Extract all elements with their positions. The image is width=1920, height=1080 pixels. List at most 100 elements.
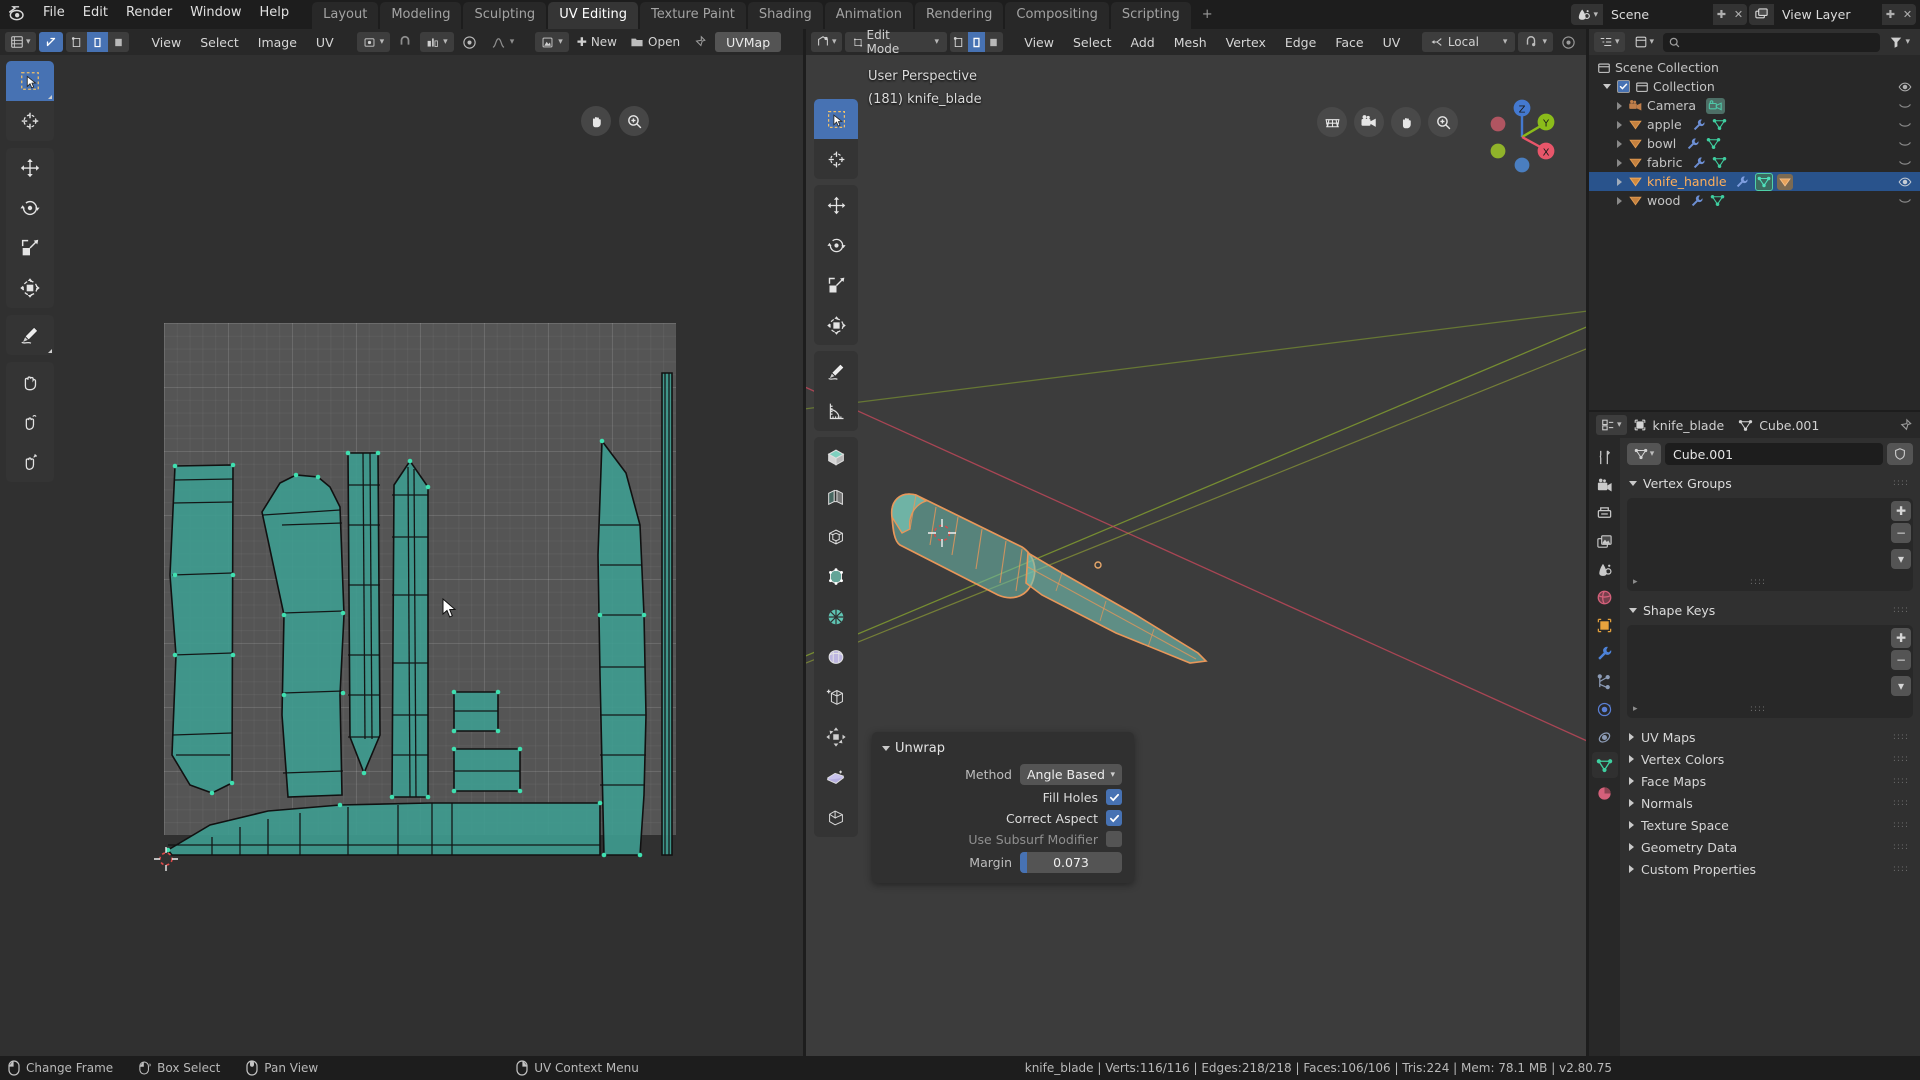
uv-menu-select[interactable]: Select bbox=[192, 33, 247, 52]
uv-face-select-icon[interactable] bbox=[108, 32, 129, 52]
panel-expand-arrow-icon[interactable] bbox=[1629, 777, 1634, 785]
uv-snap-target-icon[interactable]: ▾ bbox=[420, 32, 454, 52]
properties-tab-constraints[interactable] bbox=[1592, 724, 1618, 750]
expand-arrow-icon[interactable] bbox=[1617, 158, 1622, 167]
properties-tab-view-layer[interactable] bbox=[1592, 528, 1618, 554]
outliner-display-mode-icon[interactable]: ▾ bbox=[1629, 32, 1660, 52]
panel-expand-arrow-icon[interactable] bbox=[1629, 799, 1634, 807]
panel-face-maps[interactable]: Face Maps :::: bbox=[1627, 770, 1913, 792]
vp-zoom-icon[interactable] bbox=[1428, 107, 1458, 137]
menu-file[interactable]: File bbox=[34, 3, 74, 23]
tab-layout[interactable]: Layout bbox=[312, 2, 379, 29]
vp-camera-view-icon[interactable] bbox=[1354, 107, 1384, 137]
vp-menu-uv[interactable]: UV bbox=[1375, 33, 1409, 52]
uv-zoom-icon[interactable] bbox=[619, 106, 649, 136]
camera-icon[interactable] bbox=[1706, 97, 1726, 114]
expand-arrow-icon[interactable] bbox=[1617, 101, 1622, 110]
panel-geometry-data[interactable]: Geometry Data :::: bbox=[1627, 836, 1913, 858]
uv-tool-cursor[interactable] bbox=[6, 101, 54, 141]
vp-proportional-edit-icon[interactable] bbox=[1556, 32, 1581, 52]
menu-render[interactable]: Render bbox=[117, 3, 181, 23]
outliner-editor-type-icon[interactable]: ▾ bbox=[1594, 32, 1625, 52]
mesh-data-icon[interactable] bbox=[1706, 136, 1721, 151]
vp-hand-pan-icon[interactable] bbox=[1391, 107, 1421, 137]
remove-shape-key-button[interactable]: − bbox=[1891, 650, 1911, 670]
mesh-data-icon[interactable] bbox=[1712, 117, 1727, 132]
eye-closed-icon[interactable] bbox=[1898, 138, 1912, 150]
uv-menu-image[interactable]: Image bbox=[250, 33, 305, 52]
collection-expand-arrow-icon[interactable] bbox=[1603, 84, 1611, 89]
expand-arrow-icon[interactable] bbox=[1617, 139, 1622, 148]
mesh-data-icon[interactable]: ▾ bbox=[1627, 443, 1661, 465]
scene-name-field[interactable]: Scene bbox=[1603, 4, 1713, 25]
add-shape-key-button[interactable]: ✚ bbox=[1891, 628, 1911, 648]
unwrap-panel-header[interactable]: Unwrap bbox=[872, 738, 1134, 764]
uv-tool-transform[interactable] bbox=[6, 268, 54, 308]
properties-tab-world[interactable] bbox=[1592, 584, 1618, 610]
outliner-row-camera[interactable]: Camera bbox=[1589, 96, 1920, 115]
vp-tool-cursor[interactable] bbox=[814, 139, 858, 179]
uv-tool-pinch[interactable] bbox=[6, 442, 54, 482]
tab-modeling[interactable]: Modeling bbox=[380, 2, 462, 29]
vp-tool-bevel[interactable] bbox=[814, 557, 858, 597]
outliner-row-wood[interactable]: wood bbox=[1589, 191, 1920, 210]
vp-tool-scale[interactable] bbox=[814, 265, 858, 305]
mesh-edge-mode-icon[interactable] bbox=[967, 32, 986, 52]
view-layer-icon[interactable] bbox=[1749, 4, 1774, 25]
shape-key-specials-button[interactable]: ▾ bbox=[1891, 676, 1911, 696]
panel-expand-arrow-icon[interactable] bbox=[1629, 755, 1634, 763]
vp-menu-mesh[interactable]: Mesh bbox=[1166, 33, 1215, 52]
viewport-3d-canvas[interactable]: User Perspective (181) knife_blade Z Y X… bbox=[806, 55, 1586, 1056]
outliner-filter-icon[interactable]: ▾ bbox=[1884, 32, 1915, 52]
vp-menu-select[interactable]: Select bbox=[1065, 33, 1120, 52]
outliner-row-bowl[interactable]: bowl bbox=[1589, 134, 1920, 153]
panel-collapse-arrow-icon[interactable] bbox=[882, 746, 890, 751]
outliner-search-input[interactable] bbox=[1663, 32, 1881, 52]
vp-tool-rotate[interactable] bbox=[814, 225, 858, 265]
vp-tool-spin[interactable] bbox=[814, 717, 858, 757]
panel-collapse-arrow-icon[interactable] bbox=[1629, 480, 1637, 486]
expand-arrow-icon[interactable] bbox=[1617, 177, 1622, 186]
new-view-layer-icon[interactable]: ✚ bbox=[1882, 4, 1899, 25]
panel-vertex-colors[interactable]: Vertex Colors :::: bbox=[1627, 748, 1913, 770]
uv-vertex-select-icon[interactable] bbox=[66, 32, 87, 52]
properties-tab-render[interactable] bbox=[1592, 472, 1618, 498]
uv-tool-grab[interactable] bbox=[6, 362, 54, 402]
remove-view-layer-icon[interactable]: ✕ bbox=[1899, 4, 1916, 25]
unwrap-use-subsurf-checkbox[interactable] bbox=[1106, 831, 1122, 847]
mesh-select-mode-group[interactable] bbox=[950, 32, 1003, 52]
list-resize-grip-icon[interactable]: :::: bbox=[1750, 704, 1766, 714]
add-workspace-button[interactable]: + bbox=[1193, 2, 1222, 29]
viewport-mode-selector[interactable]: Edit Mode ▾ bbox=[844, 28, 948, 56]
scene-icon[interactable]: ▾ bbox=[1571, 4, 1603, 25]
uv-menu-uv[interactable]: UV bbox=[308, 33, 342, 52]
panel-texture-space[interactable]: Texture Space :::: bbox=[1627, 814, 1913, 836]
uv-falloff-curve-icon[interactable]: ▾ bbox=[485, 32, 521, 52]
list-expand-arrow-icon[interactable]: ▸ bbox=[1633, 704, 1638, 714]
list-expand-arrow-icon[interactable]: ▸ bbox=[1633, 577, 1638, 587]
panel-collapse-arrow-icon[interactable] bbox=[1629, 607, 1637, 613]
uv-image-browse-icon[interactable]: ▾ bbox=[535, 32, 569, 52]
modifier-wrench-icon[interactable] bbox=[1690, 194, 1704, 208]
menu-edit[interactable]: Edit bbox=[74, 3, 117, 23]
modifier-wrench-icon[interactable] bbox=[1692, 118, 1706, 132]
new-scene-icon[interactable]: ✚ bbox=[1713, 4, 1730, 25]
vp-tool-transform[interactable] bbox=[814, 305, 858, 345]
properties-tab-scene[interactable] bbox=[1592, 556, 1618, 582]
uv-sync-selection-toggle[interactable] bbox=[38, 32, 63, 52]
vp-menu-face[interactable]: Face bbox=[1327, 33, 1371, 52]
eye-closed-icon[interactable] bbox=[1898, 100, 1912, 112]
vp-tool-measure[interactable] bbox=[814, 391, 858, 431]
tab-scripting[interactable]: Scripting bbox=[1110, 2, 1191, 29]
uv-editor-type-icon[interactable]: ▾ bbox=[5, 32, 36, 52]
vertex-group-specials-button[interactable]: ▾ bbox=[1891, 549, 1911, 569]
panel-custom-properties[interactable]: Custom Properties :::: bbox=[1627, 858, 1913, 880]
panel-expand-arrow-icon[interactable] bbox=[1629, 733, 1634, 741]
list-resize-grip-icon[interactable]: :::: bbox=[1750, 577, 1766, 587]
tab-rendering[interactable]: Rendering bbox=[915, 2, 1004, 29]
menu-window[interactable]: Window bbox=[181, 3, 250, 23]
uvmap-name-chip[interactable]: UVMap bbox=[715, 32, 782, 52]
unwrap-margin-slider[interactable]: 0.073 bbox=[1020, 852, 1122, 873]
vp-tool-shrink-fatten[interactable] bbox=[814, 797, 858, 837]
scene-selector[interactable]: ▾ Scene ✚ ✕ bbox=[1571, 4, 1747, 25]
